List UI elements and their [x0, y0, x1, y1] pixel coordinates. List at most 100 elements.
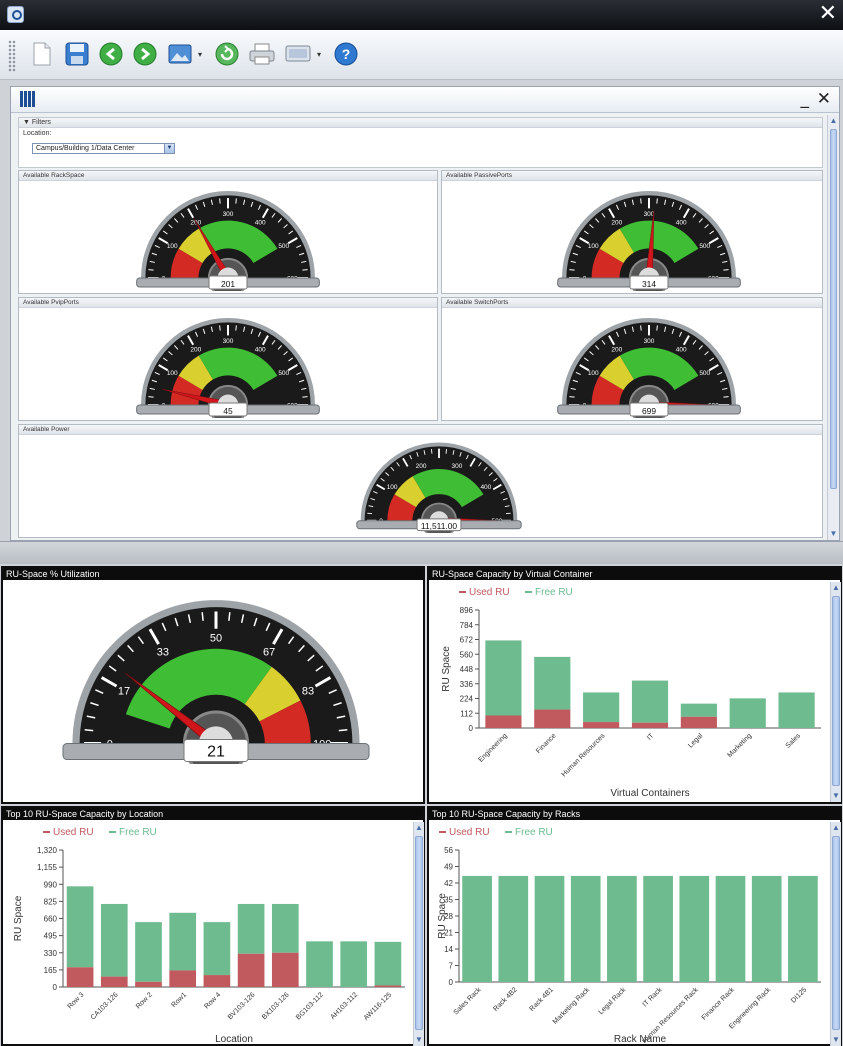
chart-scrollbar[interactable]: ▲ ▼ — [830, 822, 841, 1046]
print-icon — [249, 43, 275, 65]
back-button[interactable] — [97, 39, 125, 69]
x-tick-label: DI125 — [790, 986, 808, 1004]
scroll-up-icon[interactable]: ▲ — [828, 115, 839, 127]
chevron-down-icon[interactable]: ▼ — [164, 144, 174, 153]
chart-virtual-container: Used RU Free RU 0 112 224 336 448 560 672 784 896 R… — [441, 587, 821, 799]
y-tick-label: 560 — [460, 650, 474, 659]
x-tick-label: Marketing — [726, 732, 753, 759]
gauge-tick — [723, 396, 729, 398]
app-logo-icon — [7, 6, 24, 23]
y-tick-label: 672 — [460, 636, 474, 645]
scroll-down-icon[interactable]: ▼ — [414, 1034, 424, 1046]
scroll-up-icon[interactable]: ▲ — [414, 822, 424, 834]
back-icon — [99, 42, 123, 66]
legend-used-label: Used RU — [449, 827, 490, 838]
gauge-switchports: 0100200300400500600699 — [557, 318, 741, 418]
bar-free-ru — [374, 941, 402, 986]
filters-header[interactable]: ▼ Filters — [19, 118, 822, 128]
y-tick-label: 224 — [460, 695, 474, 704]
scroll-down-icon[interactable]: ▼ — [828, 528, 839, 540]
chart-racks: Used RU Free RU0714212835424956RU SpaceSa… — [437, 827, 821, 1045]
forward-button[interactable] — [131, 39, 159, 69]
bar-used-ru — [680, 716, 717, 728]
scrollbar-thumb[interactable] — [832, 836, 840, 1030]
bar-used-ru — [485, 715, 522, 728]
gauge-tick-label: 400 — [480, 484, 491, 491]
chart-legend: Used RU Free RU — [459, 587, 573, 598]
chart-title: RU-Space Capacity by Virtual Container — [429, 568, 840, 580]
help-button[interactable]: ? — [332, 39, 360, 69]
bar-free-ru — [715, 875, 746, 982]
gauge-tick — [84, 728, 94, 732]
x-tick-label: Row 4 — [203, 991, 222, 1010]
bar-free-ru — [729, 698, 766, 728]
bar-used-ru — [271, 952, 299, 987]
x-tick-label: BG103-112 — [295, 991, 325, 1021]
gauge-tick — [302, 396, 308, 398]
gauge-tick-label: 67 — [263, 647, 275, 659]
dashboard-logo-icon — [20, 91, 36, 107]
gauge-tick-label: 100 — [588, 243, 599, 250]
gauge-panel-passiveports: Available PassivePorts 01002003004005006… — [441, 170, 823, 294]
image-export-dropdown[interactable]: ▾ — [198, 50, 206, 59]
chart-scrollbar[interactable]: ▲ ▼ — [830, 582, 841, 802]
gauge-tick — [302, 269, 308, 271]
display-dropdown[interactable]: ▾ — [317, 50, 325, 59]
x-tick-label: Legal — [687, 732, 704, 749]
scrollbar-thumb[interactable] — [832, 596, 840, 786]
chart-panel-location: Top 10 RU-Space Capacity by Location Use… — [1, 806, 425, 1046]
image-export-button[interactable] — [166, 39, 194, 69]
gauge-value-readout: 21 — [207, 744, 225, 761]
bar-used-ru — [203, 975, 231, 987]
gauge-panel-title: Available RackSpace — [19, 171, 437, 181]
x-tick-label: Finance — [535, 732, 558, 755]
chart-scrollbar[interactable]: ▲ ▼ — [413, 822, 424, 1046]
refresh-button[interactable] — [213, 39, 241, 69]
gauge-panel-title: Available PassivePorts — [442, 171, 822, 181]
y-tick-label: 784 — [460, 621, 474, 630]
bar-free-ru — [583, 692, 620, 723]
scroll-up-icon[interactable]: ▲ — [831, 822, 841, 834]
toolbar-grip[interactable] — [8, 40, 16, 72]
minimize-button[interactable]: _ — [801, 89, 810, 109]
bar-used-ru — [237, 953, 265, 987]
gauge-panel-title: Available Power — [19, 425, 822, 435]
dashboard-scrollbar[interactable]: ▲ ▼ — [827, 115, 839, 540]
save-button[interactable] — [63, 39, 91, 69]
scroll-down-icon[interactable]: ▼ — [831, 790, 841, 802]
scroll-up-icon[interactable]: ▲ — [831, 582, 841, 594]
bar-free-ru — [778, 692, 815, 728]
dashboard-close-button[interactable]: ✕ — [817, 89, 831, 109]
x-axis-label: Virtual Containers — [610, 788, 689, 799]
bar-free-ru — [100, 903, 128, 977]
legend-used-label: Used RU — [469, 587, 510, 598]
y-tick-label: 56 — [444, 846, 453, 855]
gauge-tick — [569, 269, 575, 271]
bar-free-ru — [135, 922, 162, 982]
gauge-tick-label: 100 — [167, 243, 178, 250]
scrollbar-thumb[interactable] — [830, 129, 837, 489]
x-tick-label: Sales Rack — [453, 986, 483, 1016]
y-tick-label: 49 — [444, 863, 453, 872]
gauge-tick-label: 300 — [644, 338, 655, 345]
scroll-down-icon[interactable]: ▼ — [831, 1034, 841, 1046]
display-button[interactable] — [284, 39, 312, 69]
gauge-tick-label: 200 — [611, 220, 622, 227]
forward-icon — [133, 42, 157, 66]
utilization-gauge: 0173350678310021 — [62, 600, 370, 764]
y-tick-label: 0 — [469, 724, 474, 733]
bar-free-ru — [534, 875, 565, 982]
print-button[interactable] — [248, 39, 276, 69]
chart-title: Top 10 RU-Space Capacity by Location — [3, 808, 423, 820]
bar-used-ru — [583, 722, 620, 728]
window-close-button[interactable]: ✕ — [819, 2, 837, 26]
scrollbar-thumb[interactable] — [415, 836, 423, 1030]
bar-used-ru — [169, 970, 197, 987]
new-document-button[interactable] — [28, 39, 56, 69]
bar-free-ru — [498, 875, 529, 982]
gauge-tick — [656, 198, 658, 204]
gauge-value-readout: 314 — [642, 279, 656, 289]
help-icon: ? — [334, 42, 358, 66]
location-select[interactable]: Campus/Building 1/Data Center ▼ — [32, 143, 175, 154]
bar-free-ru — [306, 941, 333, 987]
